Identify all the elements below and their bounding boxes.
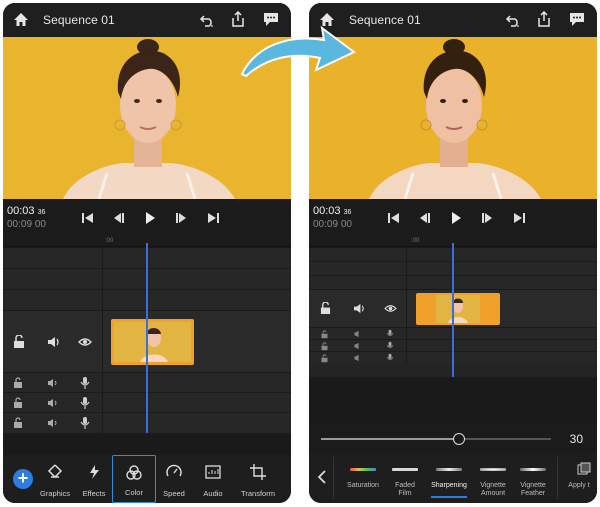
microphone-icon[interactable] (80, 416, 90, 430)
step-forward-icon[interactable] (175, 211, 189, 225)
current-timecode: 00:03 36 (7, 205, 46, 217)
adjustment-slider-area: 30 (309, 421, 597, 457)
speaker-icon[interactable] (353, 303, 366, 314)
play-icon[interactable] (143, 211, 157, 225)
skip-forward-icon[interactable] (512, 211, 526, 225)
tool-graphics[interactable]: Graphics (37, 455, 73, 503)
timeline-footer (3, 433, 291, 455)
vignette-feather-swatch (520, 468, 546, 471)
tool-transform[interactable]: Transform (234, 455, 282, 503)
adjust-vignette-amount[interactable]: Vignette Amount (475, 453, 511, 503)
adjustment-bar: Saturation Faded Film Sharpening Vignett… (309, 453, 597, 503)
step-back-icon[interactable] (111, 211, 125, 225)
total-timecode: 00:09 00 (7, 219, 46, 230)
add-button[interactable]: + (13, 469, 33, 489)
sequence-title: Sequence 01 (349, 13, 421, 27)
video-clip[interactable] (111, 319, 194, 365)
slider-track[interactable] (321, 433, 551, 445)
eye-icon[interactable] (78, 337, 92, 347)
slider-fill (321, 438, 459, 440)
timeline-footer (309, 377, 597, 421)
sequence-title: Sequence 01 (43, 13, 115, 27)
play-icon[interactable] (449, 211, 463, 225)
microphone-icon[interactable] (80, 376, 90, 390)
transition-arrow-icon (240, 25, 356, 78)
tool-color[interactable]: Color (112, 455, 156, 503)
tool-effects[interactable]: Effects (76, 455, 112, 503)
faded-film-swatch (392, 468, 418, 471)
tool-speed[interactable]: Speed (156, 455, 192, 503)
saturation-swatch (350, 468, 376, 471)
vignette-amount-swatch (480, 468, 506, 471)
transport-bar: 00:03 36 00:09 00 (3, 199, 291, 237)
undo-icon[interactable] (505, 12, 521, 28)
skip-forward-icon[interactable] (206, 211, 220, 225)
sharpening-swatch (436, 468, 462, 471)
effects-icon (90, 465, 99, 479)
audio-icon (205, 465, 221, 479)
tool-bar: + Graphics Effects Color Speed Audio Tra… (3, 455, 291, 503)
step-forward-icon[interactable] (481, 211, 495, 225)
speaker-icon[interactable] (353, 330, 364, 338)
lock-icon[interactable] (320, 342, 329, 351)
speaker-icon[interactable] (47, 336, 61, 348)
playhead[interactable] (146, 243, 148, 433)
lock-icon[interactable] (320, 302, 331, 315)
lock-icon[interactable] (13, 417, 23, 429)
adjust-sharpening[interactable]: Sharpening (425, 453, 473, 503)
comment-icon[interactable] (569, 12, 585, 27)
apply-button[interactable]: Apply t (561, 453, 597, 503)
current-timecode: 00:03 36 (313, 205, 352, 217)
speed-icon (166, 464, 182, 477)
graphics-icon (47, 464, 63, 478)
lock-icon[interactable] (320, 330, 329, 339)
apply-icon (577, 462, 591, 475)
timeline[interactable] (309, 243, 597, 377)
playhead[interactable] (452, 243, 454, 377)
adjust-vignette-feather[interactable]: Vignette Feather (515, 453, 551, 503)
microphone-icon[interactable] (386, 353, 394, 363)
step-back-icon[interactable] (417, 211, 431, 225)
back-chevron-icon[interactable] (317, 470, 327, 484)
video-clip[interactable] (416, 293, 500, 325)
skip-back-icon[interactable] (387, 211, 401, 225)
adjust-faded-film[interactable]: Faded Film (387, 453, 423, 503)
lock-icon[interactable] (13, 335, 25, 349)
microphone-icon[interactable] (80, 396, 90, 410)
slider-thumb[interactable] (453, 433, 465, 445)
microphone-icon[interactable] (386, 341, 394, 351)
transport-bar: 00:03 36 00:09 00 (309, 199, 597, 237)
skip-back-icon[interactable] (81, 211, 95, 225)
clip-thumbnail (114, 322, 191, 362)
lock-icon[interactable] (13, 377, 23, 389)
lock-icon[interactable] (13, 397, 23, 409)
speaker-icon[interactable] (353, 342, 364, 350)
undo-icon[interactable] (199, 12, 215, 28)
total-timecode: 00:09 00 (313, 219, 352, 230)
clip-thumbnail (436, 295, 480, 323)
eye-icon[interactable] (384, 304, 397, 313)
speaker-icon[interactable] (47, 418, 59, 428)
speaker-icon[interactable] (353, 354, 364, 362)
home-icon[interactable] (13, 12, 29, 27)
tool-audio[interactable]: Audio (195, 455, 231, 503)
share-icon[interactable] (537, 11, 551, 27)
color-icon (126, 465, 142, 480)
lock-icon[interactable] (320, 354, 329, 363)
transform-icon (250, 464, 266, 480)
microphone-icon[interactable] (386, 329, 394, 339)
selected-indicator (431, 496, 467, 498)
adjust-saturation[interactable]: Saturation (339, 453, 387, 503)
speaker-icon[interactable] (47, 398, 59, 408)
timeline[interactable] (3, 243, 291, 433)
slider-value: 30 (569, 432, 583, 446)
speaker-icon[interactable] (47, 378, 59, 388)
